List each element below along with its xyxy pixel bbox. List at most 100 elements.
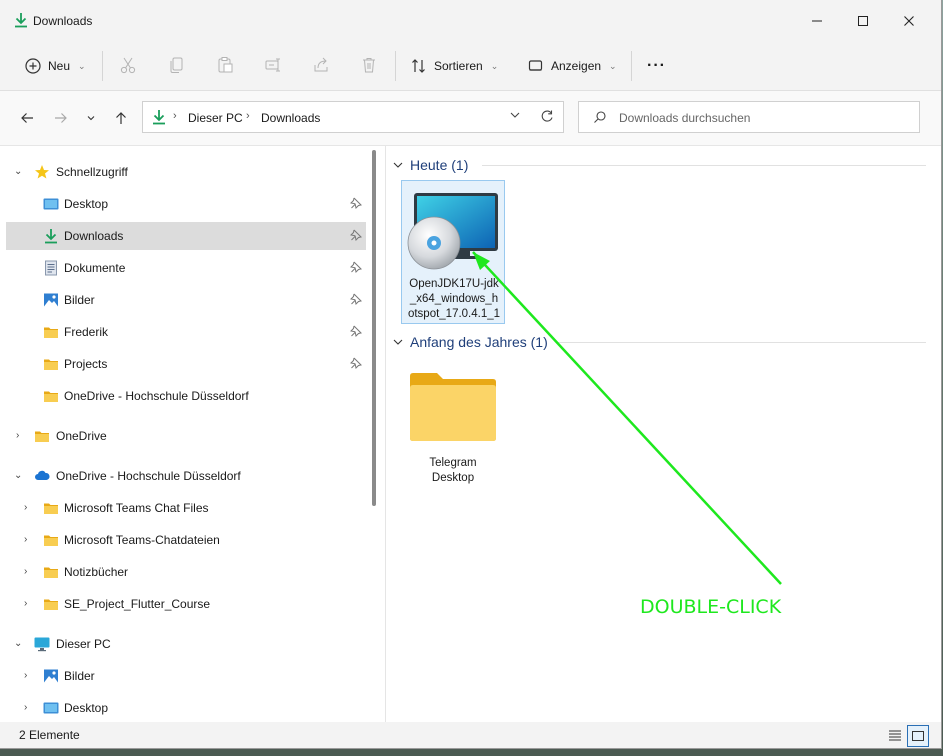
download-icon [14,12,28,31]
more-options-button[interactable]: ··· [647,52,666,80]
chevron-right-icon[interactable]: › [24,502,27,513]
share-icon[interactable] [311,55,331,75]
pin-icon[interactable] [349,261,363,276]
navigation-scrollbar[interactable] [372,150,376,506]
chevron-down-icon[interactable]: ⌄ [14,470,22,481]
sidebar-item-teams-chatdateien[interactable]: › Microsoft Teams-Chatdateien [6,526,366,554]
sidebar-item-se-project[interactable]: › SE_Project_Flutter_Course [6,590,366,618]
arrow-up-icon [116,112,126,124]
folder-icon [410,373,496,441]
tree-label: Notizbücher [64,565,129,579]
address-bar[interactable]: › Dieser PC › Downloads [142,101,564,133]
pictures-icon [43,292,59,308]
sidebar-item-onedrive-hs-quick[interactable]: OneDrive - Hochschule Düsseldorf [6,382,366,410]
group-label: Anfang des Jahres (1) [410,334,548,350]
delete-icon[interactable] [359,55,379,75]
address-dropdown-icon[interactable] [509,109,521,124]
sidebar-item-projects[interactable]: Projects [6,350,366,378]
group-header-year[interactable]: Anfang des Jahres (1) [392,332,548,352]
chevron-down-icon[interactable]: ⌄ [14,166,22,177]
chevron-down-icon[interactable]: ⌄ [14,638,22,649]
sidebar-item-frederik[interactable]: Frederik [6,318,366,346]
command-bar: Neu ⌄ Sortieren ⌄ Anzeigen ⌄ ··· [0,42,941,91]
new-label: Neu [48,59,71,73]
plus-circle-icon [25,58,41,74]
folder-icon [43,388,59,404]
tree-label: Dieser PC [56,637,111,651]
divider [556,342,926,343]
sidebar-item-notizbuecher[interactable]: › Notizbücher [6,558,366,586]
tiles-view-button[interactable] [907,725,929,747]
forward-button[interactable] [50,107,72,129]
close-button[interactable] [886,6,932,36]
breadcrumb-downloads[interactable]: Downloads [261,111,320,125]
recent-locations-button[interactable] [80,107,102,129]
maximize-button[interactable] [840,6,886,36]
pin-icon[interactable] [349,229,363,244]
chevron-right-icon: › [246,110,250,122]
tree-onedrive-hs[interactable]: ⌄ OneDrive - Hochschule Düsseldorf [6,462,366,490]
sidebar-item-pictures[interactable]: Bilder [6,286,366,314]
tree-label: Frederik [64,325,109,339]
folder-icon [43,356,59,372]
tree-label: SE_Project_Flutter_Course [64,597,211,611]
file-item-openjdk[interactable]: OpenJDK17U-jdk _x64_windows_h otspot_17.… [401,180,505,324]
pin-icon[interactable] [349,197,363,212]
sort-icon [412,59,425,73]
chevron-down-icon: ⌄ [609,60,617,71]
sort-button[interactable]: Sortieren ⌄ [410,52,498,80]
rename-icon[interactable] [263,55,283,75]
details-view-button[interactable] [885,725,905,745]
divider [102,51,103,81]
refresh-icon[interactable] [540,109,554,126]
cut-icon[interactable] [118,55,138,75]
folder-icon [34,428,50,444]
tree-label: Dokumente [64,261,126,275]
paste-icon[interactable] [215,55,235,75]
search-box[interactable]: Downloads durchsuchen [578,101,920,133]
chevron-right-icon[interactable]: › [16,430,19,441]
tree-quick-access[interactable]: ⌄ Schnellzugriff [6,158,366,186]
sidebar-item-pc-pictures[interactable]: › Bilder [6,662,366,690]
tree-label: Bilder [64,293,95,307]
divider [631,51,632,81]
tree-label: OneDrive - Hochschule Düsseldorf [64,389,249,403]
back-button[interactable] [16,107,38,129]
chevron-right-icon[interactable]: › [24,702,27,713]
chevron-down-icon: ⌄ [78,60,86,71]
group-header-today[interactable]: Heute (1) [392,155,468,175]
folder-item-telegram[interactable]: Telegram Desktop [401,360,505,504]
pin-icon[interactable] [349,357,363,372]
tree-label: Schnellzugriff [56,165,128,179]
up-button[interactable] [110,107,132,129]
chevron-right-icon[interactable]: › [24,534,27,545]
breadcrumb-this-pc[interactable]: Dieser PC [188,111,243,125]
download-icon [43,228,59,244]
folder-icon [43,596,59,612]
cloud-icon [34,468,50,484]
pin-icon[interactable] [349,325,363,340]
copy-icon[interactable] [167,55,187,75]
chevron-right-icon[interactable]: › [24,598,27,609]
folder-icon [43,500,59,516]
sidebar-item-teams-chat-files[interactable]: › Microsoft Teams Chat Files [6,494,366,522]
chevron-down-icon: ⌄ [490,60,499,71]
status-bar: 2 Elemente [0,722,941,748]
view-button[interactable]: Anzeigen ⌄ [527,52,617,80]
tree-onedrive[interactable]: › OneDrive [6,422,366,450]
sidebar-item-documents[interactable]: Dokumente [6,254,366,282]
pin-icon[interactable] [349,293,363,308]
tree-this-pc[interactable]: ⌄ Dieser PC [6,630,366,658]
minimize-button[interactable] [794,6,840,36]
title-bar: Downloads [0,0,941,42]
details-view-icon [889,730,901,741]
chevron-right-icon[interactable]: › [24,670,27,681]
new-button[interactable]: Neu ⌄ [24,52,86,80]
chevron-right-icon: › [173,110,177,122]
navigation-pane: ⌄ Schnellzugriff Desktop Downloads Dokum… [0,146,368,722]
sidebar-item-pc-desktop[interactable]: › Desktop [6,694,366,722]
sidebar-item-desktop[interactable]: Desktop [6,190,366,218]
chevron-right-icon[interactable]: › [24,566,27,577]
sidebar-item-downloads[interactable]: Downloads [6,222,366,250]
folder-icon [43,532,59,548]
